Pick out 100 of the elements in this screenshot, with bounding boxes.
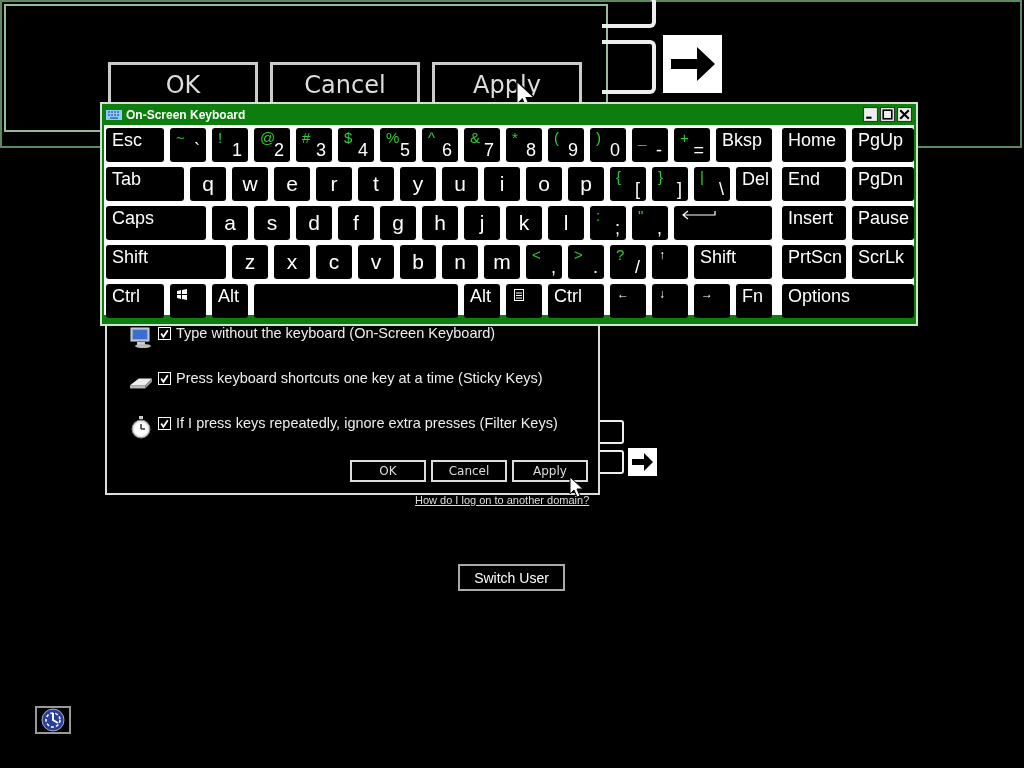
keyboard-key[interactable]: < ,: [526, 245, 562, 279]
option-label: Press keyboard shortcuts one key at a time (Sticky Keys): [176, 370, 543, 386]
keyboard-key[interactable]: g: [380, 206, 416, 240]
monitor-icon: [129, 325, 153, 349]
minimize-button[interactable]: [863, 107, 878, 122]
keyboard-key[interactable]: →: [694, 284, 730, 318]
windows-key[interactable]: [170, 284, 206, 318]
keyboard-key[interactable]: Tab: [106, 167, 184, 201]
flag-icon: [176, 289, 188, 301]
domain-link[interactable]: How do I log on to another domain?: [415, 494, 590, 506]
maximize-button[interactable]: [880, 107, 895, 122]
keyboard-key[interactable]: ↑: [652, 245, 688, 279]
keyboard-key[interactable]: PgDn: [852, 167, 914, 201]
keyboard-key[interactable]: w: [232, 167, 268, 201]
return-arrow-icon: [680, 210, 716, 220]
keyboard-key[interactable]: Fn: [736, 284, 772, 318]
keyboard-key[interactable]: e: [274, 167, 310, 201]
keyboard-key[interactable]: h: [422, 206, 458, 240]
keyboard-key[interactable]: v: [358, 245, 394, 279]
keyboard-key[interactable]: End: [782, 167, 846, 201]
keyboard-key[interactable]: + =: [674, 128, 710, 162]
keyboard-key[interactable]: # 3: [296, 128, 332, 162]
dialog-button[interactable]: Apply: [512, 460, 588, 482]
keyboard-key[interactable]: ! 1: [212, 128, 248, 162]
keyboard-key[interactable]: n: [442, 245, 478, 279]
keyboard-key[interactable]: Shift: [694, 245, 772, 279]
enter-key[interactable]: [674, 206, 772, 240]
keyboard-key[interactable]: ? /: [610, 245, 646, 279]
keyboard-key[interactable]: x: [274, 245, 310, 279]
keyboard-key[interactable]: PrtScn: [782, 245, 846, 279]
keyboard-key[interactable]: Insert: [782, 206, 846, 240]
magnified-field[interactable]: [602, 40, 656, 94]
keyboard-key[interactable]: b: [400, 245, 436, 279]
keyboard-key[interactable]: ↓: [652, 284, 688, 318]
keyboard-key[interactable]: Alt: [464, 284, 500, 318]
keyboard-key[interactable]: ←: [610, 284, 646, 318]
keyboard-key[interactable]: Esc: [106, 128, 164, 162]
keyboard-key[interactable]: j: [464, 206, 500, 240]
keyboard-key[interactable]: > .: [568, 245, 604, 279]
menu-key[interactable]: [506, 284, 542, 318]
magnified-field[interactable]: [602, 0, 656, 28]
keyboard-key[interactable]: t: [358, 167, 394, 201]
keyboard-key[interactable]: Shift: [106, 245, 226, 279]
checkbox[interactable]: [158, 371, 171, 385]
keyboard-key[interactable]: PgUp: [852, 128, 914, 162]
keyboard-key[interactable]: i: [484, 167, 520, 201]
keyboard-key[interactable]: y: [400, 167, 436, 201]
dialog-button[interactable]: OK: [350, 460, 426, 482]
keyboard-key[interactable]: ^ 6: [422, 128, 458, 162]
arrow-button[interactable]: [663, 35, 722, 93]
keyboard-key[interactable]: s: [254, 206, 290, 240]
stopwatch-icon: [129, 415, 153, 439]
keyboard-key[interactable]: $ 4: [338, 128, 374, 162]
arrow-button[interactable]: [628, 448, 657, 476]
dialog-button[interactable]: Cancel: [431, 460, 507, 482]
keyboard-key[interactable]: Ctrl: [548, 284, 604, 318]
keyboard-key[interactable]: Caps: [106, 206, 206, 240]
keyboard-key[interactable]: { [: [610, 167, 646, 201]
keyboard-key[interactable]: Options: [782, 284, 914, 318]
keyboard-key[interactable]: & 7: [464, 128, 500, 162]
keyboard-key[interactable]: Pause: [852, 206, 914, 240]
keyboard-key[interactable]: r: [316, 167, 352, 201]
keyboard-key[interactable]: @ 2: [254, 128, 290, 162]
keyboard-key[interactable]: k: [506, 206, 542, 240]
keyboard-key[interactable]: z: [232, 245, 268, 279]
close-button[interactable]: [897, 107, 912, 122]
keyboard-key[interactable]: Alt: [212, 284, 248, 318]
keyboard-key[interactable]: a: [212, 206, 248, 240]
keyboard-key[interactable]: ) 0: [590, 128, 626, 162]
checkbox[interactable]: [158, 326, 171, 340]
option-label: Type without the keyboard (On-Screen Keyboard): [176, 325, 496, 341]
checkbox[interactable]: [158, 416, 171, 430]
keyboard-key[interactable]: m: [484, 245, 520, 279]
keyboard-key[interactable]: Del: [736, 167, 772, 201]
keyboard-key[interactable]: " ,: [632, 206, 668, 240]
keyboard-key[interactable]: Bksp: [716, 128, 772, 162]
keyboard-key[interactable]: : ;: [590, 206, 626, 240]
keyboard-key[interactable]: f: [338, 206, 374, 240]
keyboard-key[interactable]: ~ `: [170, 128, 206, 162]
keyboard-key[interactable]: | \: [694, 167, 730, 201]
keyboard-key[interactable]: q: [190, 167, 226, 201]
keyboard-key[interactable]: l: [548, 206, 584, 240]
keyboard-key[interactable]: d: [296, 206, 332, 240]
keyboard-key[interactable]: ( 9: [548, 128, 584, 162]
window-title: On-Screen Keyboard: [126, 107, 246, 122]
keyboard-key[interactable]: } ]: [652, 167, 688, 201]
keyboard-key[interactable]: p: [568, 167, 604, 201]
keyboard-key[interactable]: ScrLk: [852, 245, 914, 279]
keyboard-icon: [106, 109, 122, 120]
ease-of-access-button[interactable]: [35, 706, 71, 734]
keyboard-key[interactable]: Home: [782, 128, 846, 162]
keyboard-key[interactable]: Ctrl: [106, 284, 164, 318]
keyboard-key[interactable]: * 8: [506, 128, 542, 162]
option-label: If I press keys repeatedly, ignore extra presses (Filter Keys): [176, 415, 558, 431]
keyboard-key[interactable]: _ -: [632, 128, 668, 162]
keyboard-key[interactable]: u: [442, 167, 478, 201]
switch-user-button[interactable]: Switch User: [458, 564, 565, 591]
keyboard-key[interactable]: % 5: [380, 128, 416, 162]
keyboard-key[interactable]: o: [526, 167, 562, 201]
keyboard-key[interactable]: c: [316, 245, 352, 279]
